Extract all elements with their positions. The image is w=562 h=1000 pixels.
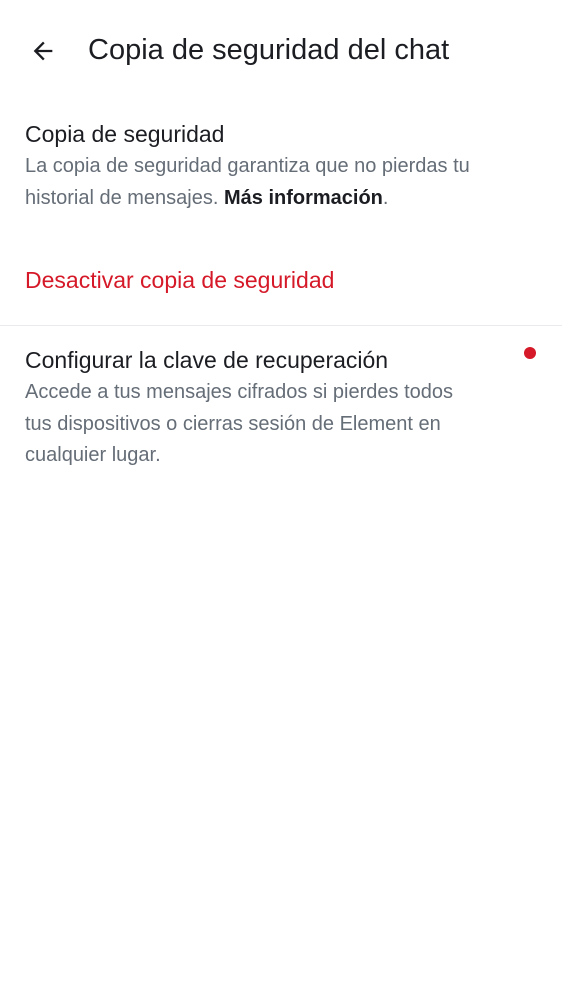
arrow-left-icon [33, 41, 53, 61]
back-button[interactable] [18, 26, 68, 76]
notification-dot-icon [524, 347, 536, 359]
backup-description: La copia de seguridad garantiza que no p… [25, 151, 537, 214]
top-app-bar: Copia de seguridad del chat [0, 0, 562, 100]
disable-backup-button[interactable]: Desactivar copia de seguridad [25, 265, 537, 295]
recovery-key-row[interactable]: Configurar la clave de recuperación Acce… [0, 345, 562, 472]
recovery-title: Configurar la clave de recuperación [25, 347, 389, 373]
backup-info-section: Copia de seguridad La copia de seguridad… [0, 119, 562, 214]
disable-backup-row[interactable]: Desactivar copia de seguridad [0, 265, 562, 295]
recovery-description: Accede a tus mensajes cifrados si pierde… [25, 381, 453, 466]
backup-title: Copia de seguridad [25, 121, 225, 147]
backup-description-suffix: . [382, 186, 389, 209]
learn-more-link[interactable]: Más información [224, 187, 383, 209]
page-title: Copia de seguridad del chat [88, 34, 450, 66]
section-divider [0, 325, 562, 326]
